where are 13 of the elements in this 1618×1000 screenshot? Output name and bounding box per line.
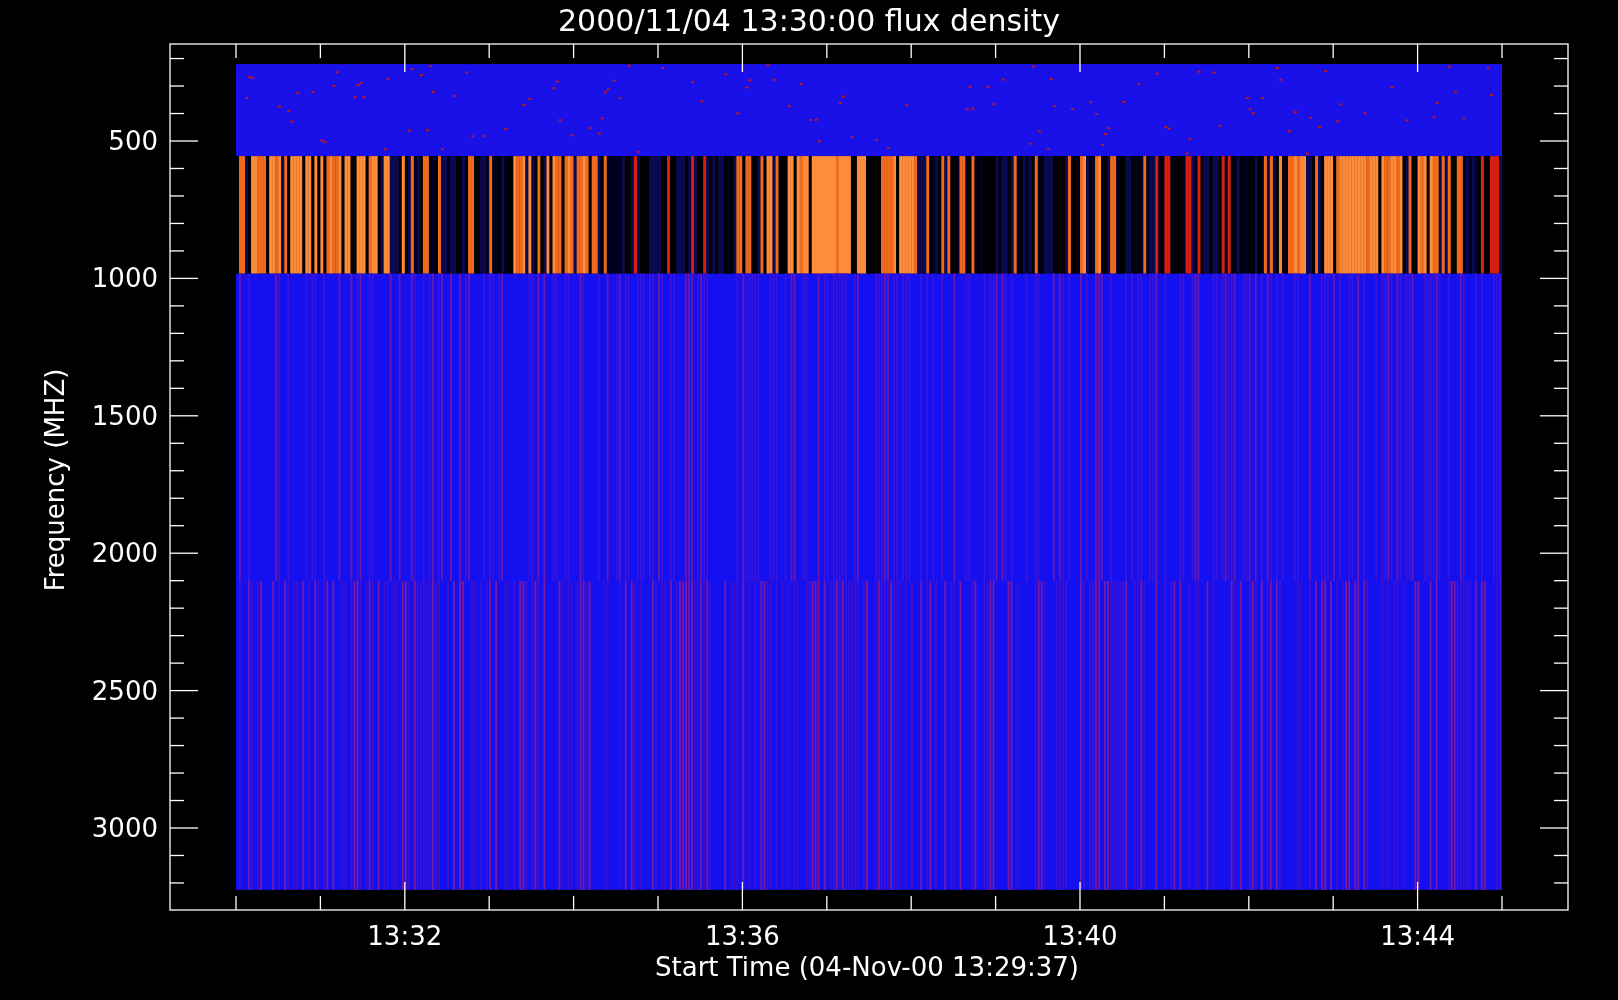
y-tick-label: 1000 — [91, 263, 158, 294]
x-tick-label: 13:32 — [367, 921, 443, 951]
x-axis-label: Start Time (04-Nov-00 13:29:37) — [655, 952, 1079, 982]
x-tick-label: 13:36 — [704, 921, 780, 951]
plot-title: 2000/11/04 13:30:00 flux density — [558, 3, 1060, 38]
x-tick-label: 13:44 — [1380, 921, 1456, 951]
y-tick-label: 2000 — [91, 538, 158, 569]
y-tick-label: 3000 — [91, 813, 158, 843]
y-tick-label: 1500 — [91, 400, 158, 431]
x-tick-label: 13:40 — [1042, 921, 1118, 951]
y-axis-label: Frequency (MHZ) — [40, 368, 70, 592]
y-tick-label: 500 — [108, 126, 158, 156]
y-tick-label: 2500 — [91, 675, 158, 706]
